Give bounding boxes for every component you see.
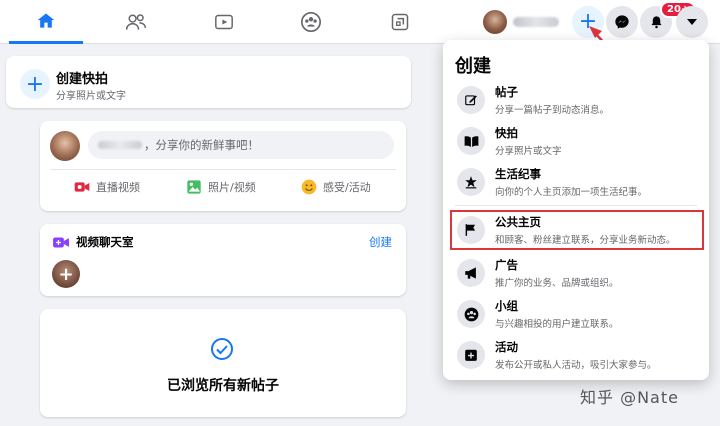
feed-end-text: 已浏览所有新帖子 [167,378,279,394]
plus-icon: + [20,69,50,99]
video-rooms-card: 视频聊天室 创建 + [40,224,406,296]
create-menu-item-life-event[interactable]: 生活纪事向你的个人主页添加一项生活纪事。 [451,162,703,202]
nav-tab-friends[interactable] [99,0,173,44]
watch-icon [215,14,233,30]
create-menu-item-desc: 分享照片或文字 [495,146,562,157]
create-menu-item-label: 帖子 [495,85,518,99]
avatar [50,131,80,161]
create-room-link[interactable]: 创建 [369,234,392,250]
groups-icon [301,12,321,32]
profile-chip[interactable] [480,8,562,36]
book-icon [457,127,485,155]
account-menu-button[interactable] [676,6,708,38]
friends-icon [125,14,147,30]
avatar [483,10,507,34]
nav-tab-groups[interactable] [274,0,348,44]
divider [455,205,697,206]
composer-placeholder: ，分享你的新鲜事吧！ [144,138,259,152]
event-icon [457,341,485,369]
plus-icon: + [58,263,74,285]
create-menu-item-label: 活动 [495,340,518,354]
live-video-button[interactable]: 直播视频 [74,179,140,195]
nav-tab-gaming[interactable] [363,0,437,44]
star-icon [457,168,485,196]
megaphone-icon [457,259,485,287]
create-menu-item-post[interactable]: 帖子分享一篇帖子到动态消息。 [451,80,703,120]
create-menu-item-desc: 向你的个人主页添加一项生活纪事。 [495,187,648,198]
video-rooms-title: 视频聊天室 [76,235,134,249]
create-menu-item-desc: 发布公开或私人活动，吸引大家参与。 [495,360,657,371]
create-menu-item-label: 生活纪事 [495,167,541,181]
feeling-activity-button[interactable]: 感受/活动 [301,179,371,195]
home-icon [37,13,55,28]
create-story-subtitle: 分享照片或文字 [56,91,126,102]
create-menu-item-label: 小组 [495,299,518,313]
edit-icon [457,86,485,114]
create-menu-item-label: 快拍 [495,126,518,140]
create-menu-title: 创建 [455,56,491,77]
composer-input[interactable]: ，分享你的新鲜事吧！ [88,131,394,159]
create-story-title: 创建快拍 [56,72,109,87]
smiley-icon [301,179,317,195]
nav-tab-watch[interactable] [187,0,261,44]
live-video-icon [74,179,90,195]
caret-down-icon [687,19,697,25]
create-menu-item-desc: 分享一篇帖子到动态消息。 [495,105,610,116]
bell-icon [651,16,661,29]
create-story-card[interactable]: + 创建快拍 分享照片或文字 [6,56,411,108]
create-menu-item-desc: 与兴趣相投的用户建立联系。 [495,319,619,330]
create-menu-item-group[interactable]: 小组与兴趣相投的用户建立联系。 [451,294,703,334]
nav-tab-home[interactable] [9,0,83,44]
watermark: 知乎 @Nate [580,388,679,407]
photo-video-button[interactable]: 照片/视频 [186,179,256,195]
video-room-icon [53,236,69,248]
create-menu-item-label: 广告 [495,258,518,272]
create-menu-item-story[interactable]: 快拍 分享照片或文字 [451,121,703,161]
group-icon [457,300,485,328]
blurred-username [513,17,559,27]
photo-video-label: 照片/视频 [208,181,256,194]
create-room-button[interactable]: + [52,260,80,288]
create-menu-item-event[interactable]: 活动发布公开或私人活动，吸引大家参与。 [451,335,703,375]
live-video-label: 直播视频 [96,181,140,194]
feeling-activity-label: 感受/活动 [323,181,371,194]
feed-end-card: 已浏览所有新帖子 [40,309,406,417]
divider [50,169,396,170]
post-composer-card: ，分享你的新鲜事吧！ 直播视频 照片/视频 感受/活动 [40,121,406,211]
create-menu-item-ad[interactable]: 广告推广你的业务、品牌或组织。 [451,253,703,293]
blurred-username [98,141,142,149]
check-circle-icon [211,338,233,360]
create-menu-item-desc: 推广你的业务、品牌或组织。 [495,278,619,289]
photo-icon [186,179,202,195]
gaming-icon [391,13,409,31]
highlight-annotation-box [450,210,704,250]
